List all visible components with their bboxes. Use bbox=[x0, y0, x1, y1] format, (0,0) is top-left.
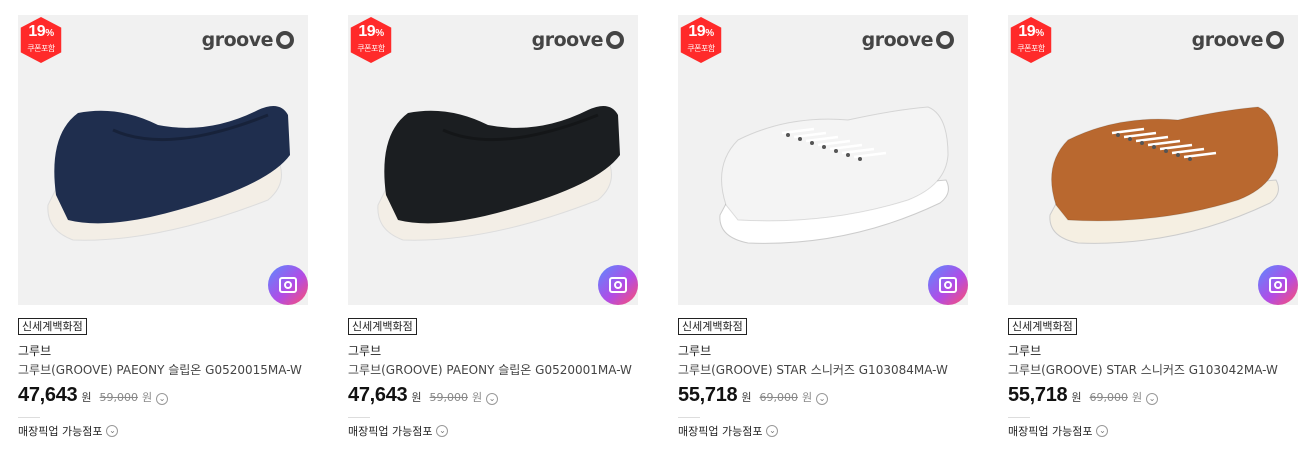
pickup-info: 매장픽업 가능점포 ⌄ bbox=[18, 417, 308, 439]
product-image[interactable]: 19% 쿠폰포함 groove bbox=[348, 15, 638, 305]
badge-coupon-label: 쿠폰포함 bbox=[687, 44, 715, 53]
logo-mark bbox=[1266, 31, 1284, 49]
groove-logo-icon: groove bbox=[532, 29, 624, 51]
product-info: 신세계백화점 그루브 그루브(GROOVE) PAEONY 슬립온 G05200… bbox=[348, 305, 638, 439]
store-tag: 신세계백화점 bbox=[678, 318, 747, 335]
product-image[interactable]: 19% 쿠폰포함 groove bbox=[18, 15, 308, 305]
camera-icon bbox=[1269, 277, 1287, 293]
pickup-label: 매장픽업 가능점포 bbox=[678, 425, 763, 438]
price-row: 55,718 원 69,000 원 ⌄ bbox=[678, 384, 968, 407]
original-price: 59,000 bbox=[99, 391, 139, 404]
badge-percent-unit: % bbox=[705, 28, 714, 39]
shoe-image bbox=[377, 106, 620, 241]
badge-percent: 19 bbox=[358, 23, 376, 40]
sale-price: 47,643 bbox=[348, 384, 408, 406]
price-info-icon[interactable]: ⌄ bbox=[816, 393, 829, 405]
badge-percent: 19 bbox=[1018, 23, 1036, 40]
product-info: 신세계백화점 그루브 그루브(GROOVE) PAEONY 슬립온 G05200… bbox=[18, 305, 308, 439]
product-card[interactable]: 19% 쿠폰포함 groove 신세계백화점 그루브 그루브(GROOVE) S… bbox=[1008, 15, 1298, 439]
logo-word: groove bbox=[531, 29, 604, 51]
badge-percent-unit: % bbox=[1035, 28, 1044, 39]
pickup-info: 매장픽업 가능점포 ⌄ bbox=[348, 417, 638, 439]
logo-mark bbox=[606, 31, 624, 49]
original-price: 69,000 bbox=[759, 391, 799, 404]
sale-price: 55,718 bbox=[1008, 384, 1068, 406]
badge-percent-unit: % bbox=[45, 28, 54, 39]
sale-price-unit: 원 bbox=[81, 391, 92, 404]
shoe-image bbox=[719, 106, 949, 244]
product-name[interactable]: 그루브(GROOVE) PAEONY 슬립온 G0520015MA-W bbox=[18, 362, 308, 378]
badge-coupon-label: 쿠폰포함 bbox=[357, 44, 385, 53]
sale-price-unit: 원 bbox=[411, 391, 422, 404]
camera-review-button[interactable] bbox=[598, 265, 638, 305]
price-info-icon[interactable]: ⌄ bbox=[1146, 393, 1159, 405]
pickup-info: 매장픽업 가능점포 ⌄ bbox=[1008, 417, 1298, 439]
brand-name[interactable]: 그루브 bbox=[348, 343, 638, 359]
pickup-info-icon[interactable]: ⌄ bbox=[106, 425, 119, 437]
product-image[interactable]: 19% 쿠폰포함 groove bbox=[678, 15, 968, 305]
original-price-unit: 원 bbox=[802, 391, 813, 404]
logo-word: groove bbox=[861, 29, 934, 51]
camera-review-button[interactable] bbox=[928, 265, 968, 305]
badge-percent: 19 bbox=[28, 23, 46, 40]
logo-mark bbox=[936, 31, 954, 49]
brand-name[interactable]: 그루브 bbox=[18, 343, 308, 359]
logo-word: groove bbox=[1191, 29, 1264, 51]
badge-coupon-label: 쿠폰포함 bbox=[1017, 44, 1045, 53]
camera-icon bbox=[279, 277, 297, 293]
pickup-label: 매장픽업 가능점포 bbox=[18, 425, 103, 438]
product-name[interactable]: 그루브(GROOVE) STAR 스니커즈 G103042MA-W bbox=[1008, 362, 1298, 378]
groove-logo-icon: groove bbox=[1192, 29, 1284, 51]
pickup-label: 매장픽업 가능점포 bbox=[348, 425, 433, 438]
pickup-info-icon[interactable]: ⌄ bbox=[1096, 425, 1109, 437]
product-name[interactable]: 그루브(GROOVE) STAR 스니커즈 G103084MA-W bbox=[678, 362, 968, 378]
price-row: 55,718 원 69,000 원 ⌄ bbox=[1008, 384, 1298, 407]
camera-review-button[interactable] bbox=[268, 265, 308, 305]
product-name[interactable]: 그루브(GROOVE) PAEONY 슬립온 G0520001MA-W bbox=[348, 362, 638, 378]
camera-icon bbox=[939, 277, 957, 293]
pickup-label: 매장픽업 가능점포 bbox=[1008, 425, 1093, 438]
original-price-unit: 원 bbox=[472, 391, 483, 404]
pickup-info: 매장픽업 가능점포 ⌄ bbox=[678, 417, 968, 439]
product-image[interactable]: 19% 쿠폰포함 groove bbox=[1008, 15, 1298, 305]
store-tag: 신세계백화점 bbox=[1008, 318, 1077, 335]
original-price-unit: 원 bbox=[142, 391, 153, 404]
product-card[interactable]: 19% 쿠폰포함 groove 신세계백화점 그루브 그루브(GROOVE) P… bbox=[348, 15, 638, 439]
sale-price: 55,718 bbox=[678, 384, 738, 406]
store-tag: 신세계백화점 bbox=[348, 318, 417, 335]
product-card[interactable]: 19% 쿠폰포함 groove 신세계백화점 그루브 그루브(GROOVE) P… bbox=[18, 15, 308, 439]
badge-percent: 19 bbox=[688, 23, 706, 40]
shoe-image bbox=[47, 106, 290, 241]
groove-logo-icon: groove bbox=[862, 29, 954, 51]
brand-name[interactable]: 그루브 bbox=[678, 343, 968, 359]
logo-word: groove bbox=[201, 29, 274, 51]
pickup-info-icon[interactable]: ⌄ bbox=[436, 425, 449, 437]
product-card[interactable]: 19% 쿠폰포함 groove 신세계백화점 그루브 그루브(GROOVE) S… bbox=[678, 15, 968, 439]
price-row: 47,643 원 59,000 원 ⌄ bbox=[18, 384, 308, 407]
store-tag: 신세계백화점 bbox=[18, 318, 87, 335]
logo-mark bbox=[276, 31, 294, 49]
original-price-unit: 원 bbox=[1132, 391, 1143, 404]
product-grid: 19% 쿠폰포함 groove 신세계백화점 그루브 그루브(GROOVE) P… bbox=[0, 0, 1303, 457]
camera-icon bbox=[609, 277, 627, 293]
camera-review-button[interactable] bbox=[1258, 265, 1298, 305]
price-info-icon[interactable]: ⌄ bbox=[156, 393, 169, 405]
original-price: 69,000 bbox=[1089, 391, 1129, 404]
badge-percent-unit: % bbox=[375, 28, 384, 39]
product-info: 신세계백화점 그루브 그루브(GROOVE) STAR 스니커즈 G103084… bbox=[678, 305, 968, 439]
product-info: 신세계백화점 그루브 그루브(GROOVE) STAR 스니커즈 G103042… bbox=[1008, 305, 1298, 439]
price-info-icon[interactable]: ⌄ bbox=[486, 393, 499, 405]
sale-price-unit: 원 bbox=[1071, 391, 1082, 404]
shoe-image bbox=[1049, 106, 1279, 244]
groove-logo-icon: groove bbox=[202, 29, 294, 51]
original-price: 59,000 bbox=[429, 391, 469, 404]
sale-price-unit: 원 bbox=[741, 391, 752, 404]
brand-name[interactable]: 그루브 bbox=[1008, 343, 1298, 359]
pickup-info-icon[interactable]: ⌄ bbox=[766, 425, 779, 437]
sale-price: 47,643 bbox=[18, 384, 78, 406]
badge-coupon-label: 쿠폰포함 bbox=[27, 44, 55, 53]
price-row: 47,643 원 59,000 원 ⌄ bbox=[348, 384, 638, 407]
